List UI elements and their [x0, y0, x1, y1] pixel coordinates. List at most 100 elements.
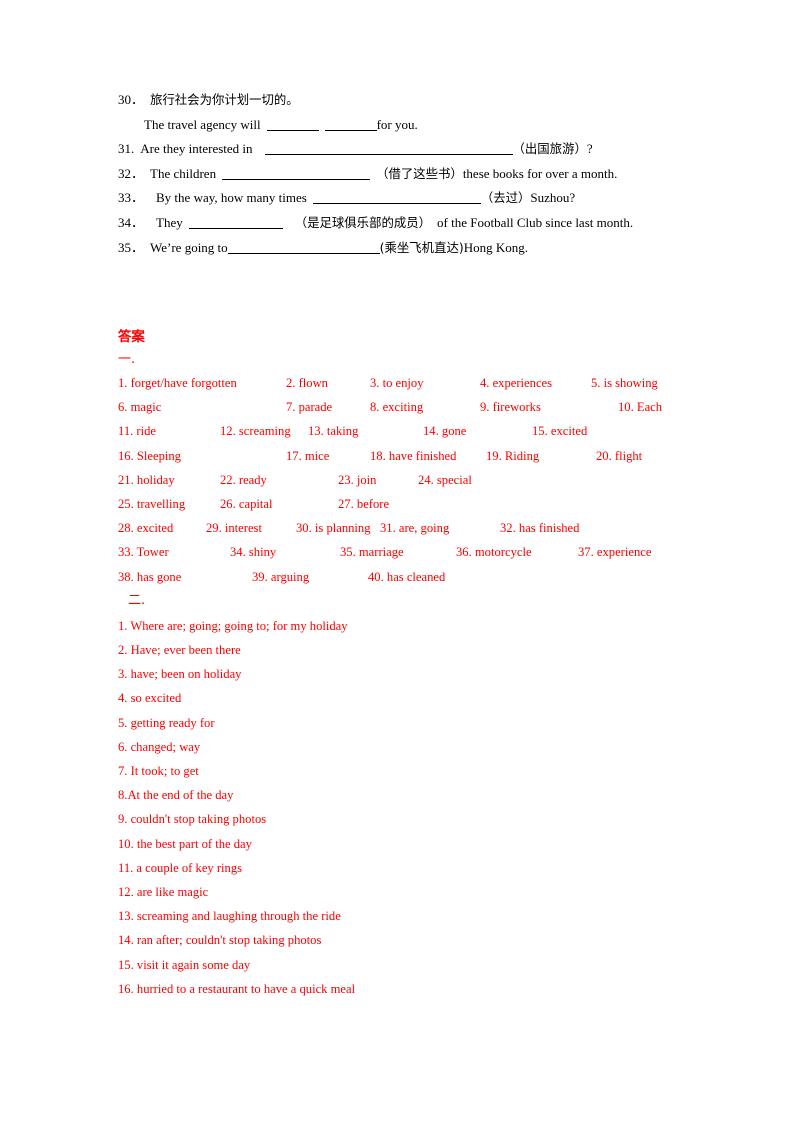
answer-cell: 7. parade	[286, 400, 333, 415]
answer-blank[interactable]	[312, 191, 481, 205]
answer-blank[interactable]	[227, 241, 380, 254]
answer-blank[interactable]	[324, 118, 377, 131]
answer-list-item: 16. hurried to a restaurant to have a qu…	[118, 981, 356, 996]
question-30-chinese: 旅行社会为你计划一切的。	[150, 92, 299, 107]
answer-cell: 20. flight	[596, 448, 643, 463]
answer-cell: 8. exciting	[370, 400, 424, 415]
answer-cell: 37. experience	[578, 545, 652, 560]
question-31-number: 31.	[118, 141, 135, 157]
answer-row: 25. travelling 26. capital 27. before	[118, 492, 738, 516]
section-one-marker: 一.	[118, 352, 136, 367]
answer-cell: 36. motorcycle	[456, 545, 532, 560]
question-34-post-text: of the Football Club since last month.	[437, 214, 634, 230]
answer-cell: 18. have finished	[370, 448, 457, 463]
answer-cell: 25. travelling	[118, 496, 186, 511]
question-33-pre-text: By the way, how many times	[156, 190, 307, 206]
worksheet-page: 30． 旅行社会为你计划一切的。 The travel agency will fo…	[0, 0, 794, 1123]
question-32-hint: （借了这些书）	[376, 165, 463, 181]
answer-cell: 33. Tower	[118, 545, 169, 560]
answer-blank[interactable]	[264, 142, 513, 156]
answer-list-item: 1. Where are; going; going to; for my ho…	[118, 618, 348, 633]
question-block: 30． 旅行社会为你计划一切的。 The travel agency will fo…	[118, 88, 718, 260]
answer-cell: 14. gone	[423, 424, 467, 439]
answer-cell: 26. capital	[220, 496, 273, 511]
answer-cell: 22. ready	[220, 472, 267, 487]
answer-row: 6. magic 7. parade 8. exciting 9. firewo…	[118, 395, 738, 419]
question-31-hint: （出国旅游）	[512, 141, 587, 157]
answer-list-item: 8.At the end of the day	[118, 788, 234, 803]
question-35-hint: (乘坐飞机直达)	[379, 239, 464, 255]
section-two-answer-list: 1. Where are; going; going to; for my ho…	[118, 614, 738, 1001]
answer-cell: 11. ride	[118, 424, 157, 439]
question-30-post-text: for you.	[376, 116, 418, 132]
answer-list-item: 3. have; been on holiday	[118, 667, 242, 682]
answer-list-item: 11. a couple of key rings	[118, 860, 243, 875]
answer-cell: 32. has finished	[500, 521, 580, 536]
question-30-number: 30．	[118, 92, 145, 107]
answer-cell: 38. has gone	[118, 569, 182, 584]
question-32-line: 32． The children （借了这些书）these books for ov…	[118, 162, 718, 187]
question-30-pre-text: The travel agency will	[144, 116, 261, 132]
question-32-number: 32．	[118, 165, 145, 181]
question-34-pre-text: They	[156, 214, 183, 230]
answer-cell: 9. fireworks	[480, 400, 541, 415]
answer-cell: 5. is showing	[591, 376, 658, 390]
answer-cell: 2. flown	[286, 376, 328, 390]
answer-blank[interactable]	[222, 167, 371, 180]
answer-cell: 19. Riding	[486, 448, 540, 463]
answer-cell: 16. Sleeping	[118, 448, 181, 463]
answer-row: 16. Sleeping 17. mice 18. have finished …	[118, 444, 738, 468]
question-32-pre-text: The children	[150, 165, 217, 181]
question-35-line: 35． We’re going to (乘坐飞机直达)Hong Kong.	[118, 236, 718, 261]
answer-cell: 13. taking	[308, 424, 359, 439]
answer-cell: 31. are, going	[380, 521, 450, 536]
question-31-post-text: ?	[586, 141, 593, 157]
question-35-post-text: Hong Kong.	[463, 239, 528, 255]
section-one-answer-rows: 1. forget/have forgotten 2. flown 3. to …	[118, 371, 738, 589]
answer-cell: 27. before	[338, 496, 390, 511]
answer-key-title: 答案	[118, 330, 145, 345]
question-31-line: 31. Are they interested in （出国旅游）?	[118, 137, 718, 162]
answer-cell: 21. holiday	[118, 472, 175, 487]
answer-cell: 23. join	[338, 472, 377, 487]
answer-blank[interactable]	[266, 118, 319, 131]
answer-list-item: 14. ran after; couldn't stop taking phot…	[118, 933, 322, 948]
answer-cell: 4. experiences	[480, 376, 553, 390]
question-32-post-text: these books for over a month.	[462, 165, 618, 181]
answer-cell: 40. has cleaned	[368, 569, 446, 584]
question-33-post-text: Suzhou?	[530, 190, 576, 206]
question-34-hint: （是足球俱乐部的成员）	[294, 214, 432, 230]
answer-cell: 3. to enjoy	[370, 376, 424, 390]
question-34-number: 34．	[118, 214, 145, 230]
answer-cell: 6. magic	[118, 400, 162, 415]
answer-list-item: 12. are like magic	[118, 884, 209, 899]
answer-row: 21. holiday 22. ready 23. join 24. speci…	[118, 468, 738, 492]
answer-key-section: 答案 一. 1. forget/have forgotten 2. flown …	[118, 328, 738, 1001]
answer-list-item: 7. It took; to get	[118, 763, 199, 778]
answer-cell: 34. shiny	[230, 545, 277, 560]
answer-list-item: 13. screaming and laughing through the r…	[118, 909, 341, 924]
answer-cell: 10. Each	[618, 400, 663, 415]
answer-list-item: 4. so excited	[118, 691, 182, 706]
question-30-english-line: The travel agency will for you.	[118, 113, 718, 138]
answer-list-item: 9. couldn't stop taking photos	[118, 812, 267, 827]
answer-row: 11. ride 12. screaming 13. taking 14. go…	[118, 419, 738, 443]
answer-row: 1. forget/have forgotten 2. flown 3. to …	[118, 371, 738, 395]
answer-list-item: 2. Have; ever been there	[118, 642, 241, 657]
answer-blank[interactable]	[188, 216, 283, 229]
answer-row: 38. has gone 39. arguing 40. has cleaned	[118, 565, 738, 589]
question-30-line: 30． 旅行社会为你计划一切的。	[118, 88, 718, 113]
question-35-number: 35．	[118, 239, 145, 255]
answer-cell: 28. excited	[118, 521, 174, 536]
answer-row: 28. excited 29. interest 30. is planning…	[118, 516, 738, 540]
question-31-pre-text: Are they interested in	[140, 141, 253, 157]
answer-list-item: 15. visit it again some day	[118, 957, 251, 972]
section-two-marker: 二.	[128, 592, 146, 608]
answer-list-item: 5. getting ready for	[118, 715, 215, 730]
answer-row: 33. Tower 34. shiny 35. marriage 36. mot…	[118, 540, 738, 564]
answer-cell: 39. arguing	[252, 569, 310, 584]
answer-cell: 12. screaming	[220, 424, 291, 439]
answer-cell: 30. is planning	[296, 521, 371, 536]
question-34-line: 34． They （是足球俱乐部的成员） of the Football Club s…	[118, 211, 718, 236]
question-35-pre-text: We’re going to	[150, 239, 228, 255]
